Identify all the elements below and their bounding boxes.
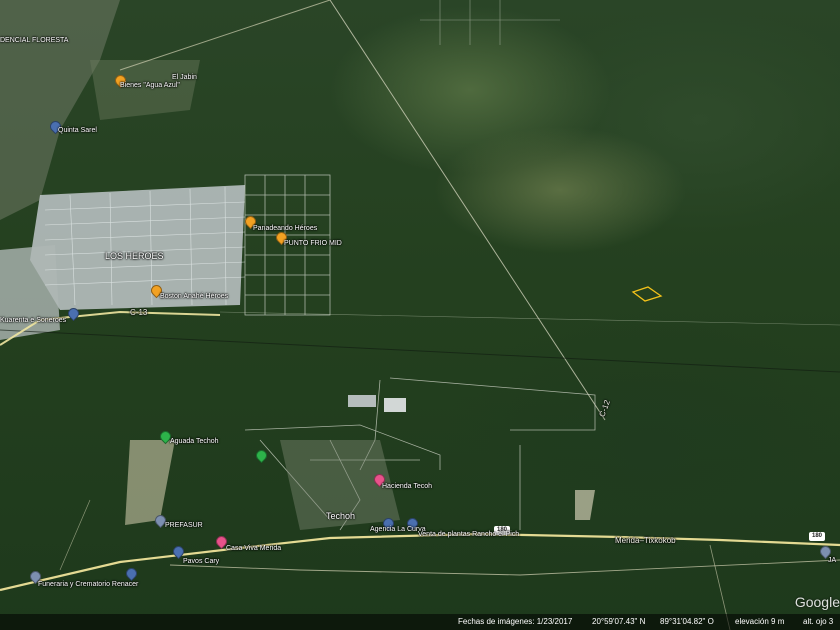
eye-altitude-readout: alt. ojo 3 xyxy=(803,617,834,626)
label-los-heroes: LOS HEROES xyxy=(105,251,164,261)
label-casa-viva: Casa Viva Merida xyxy=(226,545,282,552)
label-aguada: Aguada Techoh xyxy=(170,438,219,445)
parcel-outline xyxy=(631,286,663,302)
status-bar: Fechas de imágenes: 1/23/2017 20°59'07.4… xyxy=(0,614,840,630)
label-agua-azul: Bienes "Agua Azul" xyxy=(120,82,180,89)
latitude-readout: 20°59'07.43" N xyxy=(592,617,646,626)
label-kuarenta: Kuarenta e Soneroes xyxy=(0,317,67,324)
label-venta: Venta de plantas Rancho el Pich xyxy=(418,531,520,538)
label-c13: C-13 xyxy=(130,308,148,317)
label-techoh: Techoh xyxy=(326,511,356,521)
imagery-date: Fechas de imágenes: 1/23/2017 xyxy=(458,617,573,626)
label-quinta: Quinta Sarel xyxy=(58,127,97,134)
satellite-map[interactable]: DENCIAL FLORESTA El Jabin Bienes "Agua A… xyxy=(0,0,840,630)
label-punto-frio: PUNTO FRIO MID xyxy=(284,240,342,247)
label-ja: JA xyxy=(828,557,837,564)
label-el-jabin: El Jabin xyxy=(172,74,197,81)
label-prefasur: PREFASUR xyxy=(165,522,203,529)
label-panadeando: Panadeando Héroes xyxy=(253,225,318,232)
label-funeraria: Funeraria y Crematorio Renacer xyxy=(38,581,139,588)
label-hacienda: Hacienda Tecoh xyxy=(382,483,433,490)
label-floresta: DENCIAL FLORESTA xyxy=(0,37,69,44)
elevation-readout: elevación 9 m xyxy=(735,617,785,626)
label-merida-tixkokob: Merida–Tixkokob xyxy=(615,536,676,545)
label-anahe: Boston Anahé Héroes xyxy=(160,293,229,300)
road-shield-icon: 180 xyxy=(809,532,825,541)
google-logo: Google xyxy=(794,594,840,610)
label-pavos: Pavos Cary xyxy=(183,558,220,565)
longitude-readout: 89°31'04.82" O xyxy=(660,617,714,626)
